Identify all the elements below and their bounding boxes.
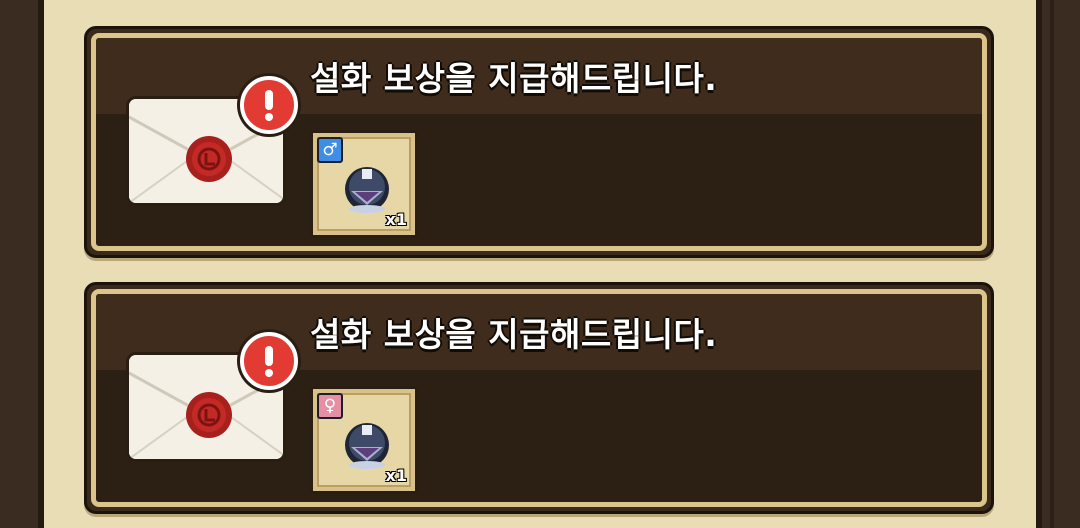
reward-quantity: x1 xyxy=(385,466,407,485)
gem-helmet-icon xyxy=(345,167,389,213)
mail-card-body: 설화 보상을 지급해드립니다. xyxy=(91,33,987,251)
gem-helmet-icon xyxy=(345,423,389,469)
mail-list[interactable]: 설화 보상을 지급해드립니다. ♂ x1 설화 보상을 지급해드립니다. ♀ x… xyxy=(44,0,1036,528)
reward-item-slot[interactable]: ♀ x1 xyxy=(310,386,418,494)
mailbox-panel: 설화 보상을 지급해드립니다. ♂ x1 설화 보상을 지급해드립니다. ♀ x… xyxy=(44,0,1036,528)
mail-title: 설화 보상을 지급해드립니다. xyxy=(310,315,718,354)
mail-item[interactable]: 설화 보상을 지급해드립니다. xyxy=(84,282,994,514)
reward-quantity: x1 xyxy=(385,210,407,229)
left-frame-border xyxy=(0,0,44,528)
exclamation-alert-icon xyxy=(240,332,298,390)
reward-item-slot[interactable]: ♂ x1 xyxy=(310,130,418,238)
mail-card-body: 설화 보상을 지급해드립니다. xyxy=(91,289,987,507)
exclamation-alert-icon xyxy=(240,76,298,134)
right-frame-border xyxy=(1036,0,1080,528)
mail-item[interactable]: 설화 보상을 지급해드립니다. xyxy=(84,26,994,258)
mail-title: 설화 보상을 지급해드립니다. xyxy=(310,59,718,98)
